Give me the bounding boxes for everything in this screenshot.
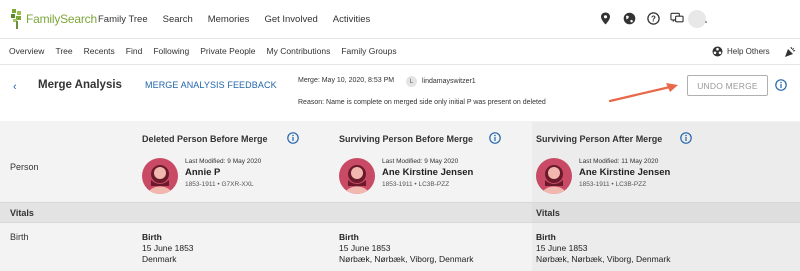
subnav-following[interactable]: Following	[153, 46, 189, 56]
subnav-tree[interactable]: Tree	[55, 46, 72, 56]
last-modified: Last Modified: 11 May 2020	[579, 158, 659, 165]
page-title: Merge Analysis	[38, 79, 122, 91]
info-icon[interactable]	[680, 132, 692, 144]
birth-date: 15 June 1853	[536, 243, 588, 253]
info-icon[interactable]	[489, 132, 501, 144]
brand-name: FamilySearch	[26, 12, 97, 26]
help-others-icon	[712, 46, 723, 57]
info-icon[interactable]	[287, 132, 299, 144]
annotation-arrow-icon	[608, 83, 678, 103]
nav-family-tree[interactable]: Family Tree	[98, 14, 148, 25]
back-chevron-icon[interactable]: ‹	[13, 81, 17, 93]
birth-label: Birth	[536, 232, 556, 242]
svg-text:?: ?	[651, 14, 656, 23]
last-modified: Last Modified: 9 May 2020	[382, 158, 459, 165]
column-heading-surviving-before: Surviving Person Before Merge	[339, 134, 474, 144]
vitals-heading-right: Vitals	[536, 208, 560, 218]
person-name[interactable]: Ane Kirstine Jensen	[382, 167, 473, 178]
birth-date: 15 June 1853	[142, 243, 194, 253]
birth-date: 15 June 1853	[339, 243, 391, 253]
merge-analysis-header: ‹ Merge Analysis MERGE ANALYSIS FEEDBACK…	[0, 66, 800, 121]
info-icon[interactable]	[775, 79, 787, 91]
main-nav: Family Tree Search Memories Get Involved…	[98, 14, 385, 25]
merged-by-user[interactable]: L lindamayswitzer1	[406, 76, 476, 87]
row-label-person: Person	[10, 162, 39, 172]
party-popper-icon[interactable]	[784, 46, 796, 58]
subnav-my-contributions[interactable]: My Contributions	[267, 46, 331, 56]
globe-icon[interactable]	[622, 11, 636, 25]
birth-fact-surviving-after[interactable]: Birth 15 June 1853 Nørbæk, Nørbæk, Vibor…	[536, 232, 670, 265]
person-name[interactable]: Ane Kirstine Jensen	[579, 167, 670, 178]
help-others-label: Help Others	[727, 47, 770, 56]
nav-activities[interactable]: Activities	[333, 14, 370, 25]
column-heading-deleted: Deleted Person Before Merge	[142, 134, 268, 144]
user-initial-avatar: L	[406, 76, 417, 87]
help-icon[interactable]: ?	[646, 11, 660, 25]
top-navigation: FamilySearch Family Tree Search Memories…	[0, 0, 800, 38]
subnav-find[interactable]: Find	[126, 46, 143, 56]
birth-fact-surviving-before[interactable]: Birth 15 June 1853 Nørbæk, Nørbæk, Vibor…	[339, 232, 473, 265]
merge-analysis-feedback-link[interactable]: MERGE ANALYSIS FEEDBACK	[145, 80, 277, 90]
undo-merge-button[interactable]: UNDO MERGE	[687, 75, 768, 96]
nav-get-involved[interactable]: Get Involved	[264, 14, 317, 25]
subnav-recents[interactable]: Recents	[84, 46, 115, 56]
tree-logo-icon	[11, 9, 21, 29]
person-card-surviving-before[interactable]: Last Modified: 9 May 2020 Ane Kirstine J…	[339, 158, 473, 194]
familysearch-logo[interactable]: FamilySearch	[10, 8, 97, 30]
vitals-section-header-right	[532, 202, 800, 223]
nav-memories[interactable]: Memories	[208, 14, 250, 25]
person-lifespan-id: 1853-1911 • G7XR-XXL	[185, 181, 254, 188]
person-lifespan-id: 1853-1911 • LC3B-PZZ	[579, 181, 647, 188]
person-card-deleted[interactable]: Last Modified: 9 May 2020 Annie P 1853-1…	[142, 158, 261, 194]
last-modified: Last Modified: 9 May 2020	[185, 158, 262, 165]
subnav-private-people[interactable]: Private People	[200, 46, 255, 56]
person-name[interactable]: Annie P	[185, 167, 261, 178]
nav-search[interactable]: Search	[163, 14, 193, 25]
subnav-family-groups[interactable]: Family Groups	[341, 46, 396, 56]
merged-by-username: lindamayswitzer1	[422, 78, 476, 85]
user-avatar[interactable]	[688, 10, 706, 28]
birth-label: Birth	[142, 232, 162, 242]
birth-fact-deleted[interactable]: Birth 15 June 1853 Denmark	[142, 232, 194, 265]
merge-reason: Reason: Name is complete on merged side …	[298, 99, 546, 106]
female-portrait-icon	[142, 158, 178, 194]
female-portrait-icon	[536, 158, 572, 194]
person-card-surviving-after[interactable]: Last Modified: 11 May 2020 Ane Kirstine …	[536, 158, 670, 194]
subnav-overview[interactable]: Overview	[9, 46, 44, 56]
row-label-birth: Birth	[10, 232, 29, 242]
help-others-link[interactable]: Help Others	[712, 46, 770, 57]
person-lifespan-id: 1853-1911 • LC3B-PZZ	[382, 181, 450, 188]
birth-place: Denmark	[142, 254, 177, 264]
sub-navigation: Overview Tree Recents Find Following Pri…	[0, 38, 800, 65]
location-pin-icon[interactable]	[598, 11, 612, 25]
column-heading-surviving-after: Surviving Person After Merge	[536, 134, 663, 144]
female-portrait-icon	[339, 158, 375, 194]
vitals-heading: Vitals	[10, 208, 34, 218]
birth-place: Nørbæk, Nørbæk, Viborg, Denmark	[536, 254, 671, 264]
merge-date: Merge: May 10, 2020, 8:53 PM	[298, 77, 395, 84]
birth-label: Birth	[339, 232, 359, 242]
chat-icon[interactable]	[670, 11, 684, 25]
birth-place: Nørbæk, Nørbæk, Viborg, Denmark	[339, 254, 474, 264]
